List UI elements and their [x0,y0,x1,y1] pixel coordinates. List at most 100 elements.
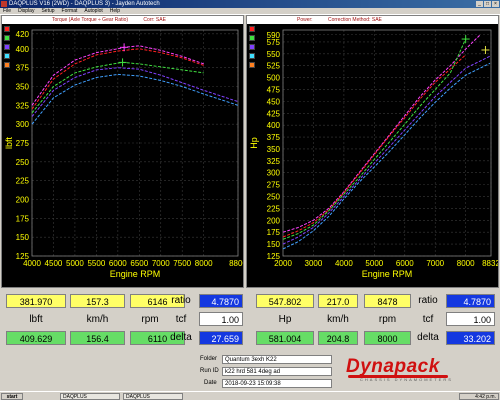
run-swatch[interactable] [249,26,255,32]
power-chart-panel: Power: Correction Method: SAE 125 150 175 2… [246,15,499,288]
dynapack-logo: Dynapack CHASSIS DYNAMOMETERS [346,353,458,383]
run-swatch[interactable] [249,35,255,41]
menu-display[interactable]: Display [18,8,34,14]
y-tick-label: 150 [16,233,30,242]
power-chart-header: Power: Correction Method: SAE [247,16,498,24]
y-axis-label: lbft [4,137,14,150]
speed-unit-label: km/h [327,314,349,325]
torque-value-cursor1: 381.970 [6,294,66,308]
title-bar: DAQPLUS V16 (2WD) - DAQPLUS 3) - Jayden … [0,0,500,8]
y-tick-label: 500 [267,74,281,83]
x-axis-label: Engine RPM [110,269,161,279]
tcf-label: tcf [175,314,187,325]
taskbar-item[interactable]: DAQPLUS [60,393,120,400]
window-controls: _ □ × [476,1,499,7]
rpm-unit-label: rpm [141,314,159,325]
run-swatch[interactable] [4,53,10,59]
run-swatch[interactable] [249,44,255,50]
date-field[interactable]: 2018-09-23 15:09:38 [222,379,332,388]
x-tick-label: 4500 [45,259,63,268]
menu-help[interactable]: Help [110,8,120,14]
ratio-value: 4.7870 [446,294,495,308]
tcf-value[interactable]: 1.00 [446,312,495,326]
menu-file[interactable]: File [3,8,11,14]
y-axis-label: Hp [249,137,259,149]
delta-value: 27.659 [199,331,243,345]
y-tick-label: 225 [16,177,30,186]
y-tick-label: 275 [16,139,30,148]
x-tick-label: 4000 [23,259,41,268]
plot-frame [282,29,492,257]
run-swatch[interactable] [249,53,255,59]
maximize-icon[interactable]: □ [484,1,491,7]
x-tick-label: 5000 [365,259,383,268]
torque-chart[interactable]: 1251501752002252502753003253503754004204… [2,24,243,287]
folder-field[interactable]: Quantum 3exh K22 [222,355,332,364]
run-color-swatches [249,26,255,68]
y-tick-label: 150 [267,240,281,249]
y-tick-label: 250 [16,158,30,167]
y-tick-label: 475 [267,85,281,94]
rpm-value-cursor1: 8478 [364,294,411,308]
menu-autoplot[interactable]: Autoplot [84,8,102,14]
x-tick-label: 2000 [274,259,292,268]
start-button[interactable]: start [1,393,23,400]
y-tick-label: 325 [16,101,30,110]
rpm-value-cursor2: 8000 [364,331,411,345]
torque-chart-title: Torque (Axle Torque ÷ Gear Ratio) [52,17,129,23]
app-icon [1,1,7,7]
y-tick-label: 200 [16,196,30,205]
speed-unit-label: km/h [86,314,109,325]
close-icon[interactable]: × [492,1,499,7]
x-tick-label: 5000 [66,259,84,268]
run-swatch[interactable] [249,62,255,68]
y-tick-label: 250 [267,193,281,202]
y-tick-label: 590 [267,31,281,40]
torque-chart-panel: Torque (Axle Torque ÷ Gear Ratio) Corr: … [1,15,244,288]
x-tick-label: 4000 [335,259,353,268]
y-tick-label: 525 [267,62,281,71]
taskbar: start DAQPLUS DAQPLUS 4:42 p.m. [0,391,500,400]
tcf-value[interactable]: 1.00 [199,312,243,326]
menu-setup[interactable]: Setup [41,8,54,14]
power-chart[interactable]: 1251501752002252502753003253503754004254… [247,24,498,287]
torque-chart-corr: Corr: SAE [143,17,166,23]
run-swatch[interactable] [4,62,10,68]
y-tick-label: 300 [16,120,30,129]
clock: 4:42 p.m. [459,393,499,400]
speed-value-cursor1: 157.3 [70,294,125,308]
power-chart-corr: Correction Method: SAE [327,17,382,23]
ratio-label: ratio [418,295,438,306]
power-unit-label: Hp [278,314,292,325]
app-window: DAQPLUS V16 (2WD) - DAQPLUS 3) - Jayden … [0,0,500,400]
x-tick-label: 6000 [109,259,127,268]
taskbar-item[interactable]: DAQPLUS [123,393,183,400]
y-tick-label: 420 [16,30,30,39]
y-tick-label: 425 [267,109,281,118]
speed-value-cursor2: 156.4 [70,331,125,345]
x-tick-label: 7000 [152,259,170,268]
window-title: DAQPLUS V16 (2WD) - DAQPLUS 3) - Jayden … [9,1,160,7]
y-tick-label: 400 [267,121,281,130]
run-swatch[interactable] [4,44,10,50]
speed-value-cursor1: 217.0 [318,294,358,308]
x-tick-label: 8000 [457,259,475,268]
power-value-cursor1: 547.802 [256,294,314,308]
minimize-icon[interactable]: _ [476,1,483,7]
x-tick-label: 8800 [229,259,243,268]
y-tick-label: 350 [267,145,281,154]
delta-label: delta [417,332,439,343]
series-line [31,73,239,125]
menu-format[interactable]: Format [62,8,78,14]
y-tick-label: 175 [267,228,281,237]
rpm-unit-label: rpm [378,314,397,325]
y-tick-label: 200 [267,216,281,225]
menu-bar: File Display Setup Format Autoplot Help [0,8,500,15]
y-tick-label: 550 [267,50,281,59]
y-tick-label: 375 [267,133,281,142]
y-tick-label: 400 [16,45,30,54]
run-swatch[interactable] [4,26,10,32]
run-swatch[interactable] [4,35,10,41]
ratio-value: 4.7870 [199,294,243,308]
run-id-field[interactable]: k22 hrd 581 4deg ad [222,367,332,376]
